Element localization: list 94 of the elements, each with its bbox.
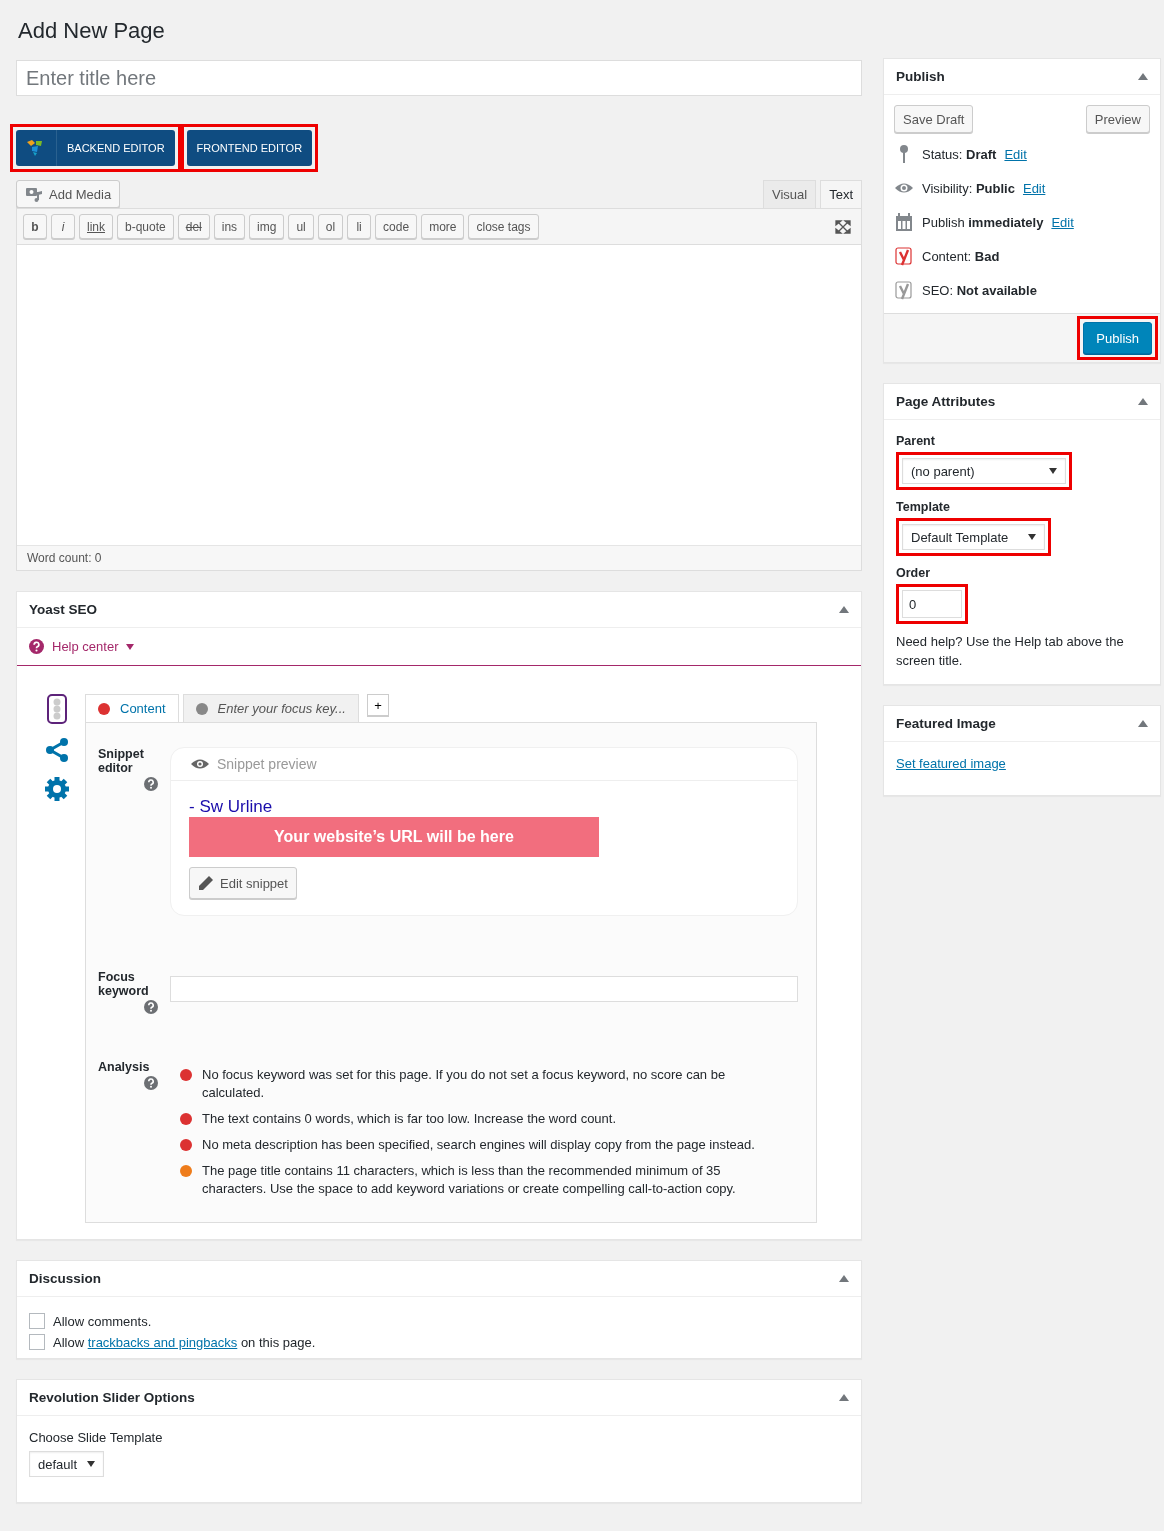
snippet-preview-title: Snippet preview bbox=[217, 756, 317, 772]
quicktag-button[interactable]: img bbox=[249, 214, 285, 239]
page-title: Add New Page bbox=[18, 18, 166, 44]
add-media-button[interactable]: Add Media bbox=[16, 180, 121, 208]
field-label: Order bbox=[896, 566, 931, 580]
publish-info: SEO: Not available bbox=[922, 282, 1037, 298]
order-field[interactable]: 0 bbox=[902, 590, 962, 618]
analysis-text: No focus keyword was set for this page. If you do not set a focus keyword, no score can be calculated. bbox=[202, 1066, 727, 1102]
set-featured-image-link[interactable]: Set featured image bbox=[896, 756, 1006, 771]
quicktag-button[interactable]: code bbox=[375, 214, 418, 239]
snippet-title: - Sw Urline bbox=[189, 797, 274, 817]
snippet-url: Your website’s URL will be here bbox=[189, 817, 599, 857]
editor-tab[interactable]: Text bbox=[820, 180, 862, 208]
collapse-icon[interactable] bbox=[1138, 720, 1148, 727]
caret-icon bbox=[1049, 468, 1057, 474]
edit-snippet-button[interactable]: Edit snippet bbox=[189, 867, 297, 899]
trackbacks-link[interactable]: trackbacks and pingbacks bbox=[87, 1334, 238, 1350]
field-label: Analysis bbox=[98, 1060, 150, 1074]
publish-button[interactable]: Publish bbox=[1083, 322, 1152, 354]
builder-logo-icon bbox=[26, 139, 44, 157]
fullscreen-icon[interactable] bbox=[835, 219, 851, 234]
analysis-tab[interactable]: Enter your focus key... bbox=[182, 694, 359, 722]
title-field[interactable]: Enter title here bbox=[16, 60, 862, 96]
publish-info: Publish immediately bbox=[922, 214, 1044, 230]
publish-info: Content: Bad bbox=[922, 248, 1000, 264]
edit-link[interactable]: Edit bbox=[1004, 146, 1027, 162]
quicktag-button[interactable]: link bbox=[79, 214, 113, 239]
collapse-icon[interactable] bbox=[839, 606, 849, 613]
box-title: Page Attributes bbox=[896, 394, 996, 409]
field-label: Snippet editor bbox=[98, 747, 145, 775]
pencil-icon bbox=[198, 875, 214, 891]
yoast-y-icon bbox=[894, 280, 914, 300]
quicktag-button[interactable]: more bbox=[421, 214, 465, 239]
checkbox-label: Allow trackbacks and pingbacks on this page. bbox=[53, 1334, 316, 1350]
analysis-text: No meta description has been specified, search engines will display copy from the page instead. bbox=[202, 1136, 755, 1154]
parent-select[interactable]: (no parent) bbox=[902, 458, 1066, 484]
quicktag-button[interactable]: ins bbox=[213, 214, 246, 239]
box-title: Publish bbox=[896, 69, 945, 84]
media-icon bbox=[25, 186, 43, 202]
box-title: Revolution Slider Options bbox=[29, 1390, 195, 1405]
caret-icon bbox=[1028, 534, 1037, 540]
quicktag-button[interactable]: ol bbox=[317, 214, 344, 239]
collapse-icon[interactable] bbox=[1138, 73, 1148, 80]
collapse-icon[interactable] bbox=[839, 1394, 849, 1401]
collapse-icon[interactable] bbox=[839, 1275, 849, 1282]
quicktag-button[interactable]: b bbox=[23, 214, 47, 239]
share-icon[interactable] bbox=[45, 738, 69, 762]
field-label: Parent bbox=[896, 434, 935, 448]
analysis-tab[interactable]: Content bbox=[85, 694, 179, 722]
help-icon[interactable] bbox=[144, 1000, 158, 1014]
help-center-link[interactable]: Help center bbox=[52, 639, 119, 654]
quicktag-button[interactable]: li bbox=[347, 214, 372, 239]
publish-info: Visibility: Public bbox=[922, 180, 1015, 196]
editor-mode-button[interactable]: BACKEND EDITOR bbox=[16, 130, 175, 166]
settings-icon[interactable] bbox=[44, 776, 70, 802]
calendar-icon bbox=[894, 212, 914, 232]
edit-link[interactable]: Edit bbox=[1022, 180, 1046, 196]
editor-mode-button[interactable]: FRONTEND EDITOR bbox=[186, 130, 313, 166]
quicktag-button[interactable]: close tags bbox=[468, 214, 539, 239]
focus-keyword-field[interactable] bbox=[170, 976, 798, 1002]
save-draft-button[interactable]: Save Draft bbox=[894, 105, 974, 133]
yoast-y-icon bbox=[894, 246, 914, 266]
field-label: Template bbox=[896, 500, 950, 514]
traffic-light-icon[interactable] bbox=[47, 694, 67, 724]
collapse-icon[interactable] bbox=[1138, 398, 1148, 405]
template-select[interactable]: Default Template bbox=[902, 524, 1046, 550]
caret-icon bbox=[87, 1461, 96, 1467]
analysis-text: The page title contains 11 characters, which is less than the recommended minimum of 35 characters. Use the space to add keyword variations or create compelling call-to-action copy. bbox=[202, 1162, 737, 1198]
template-select[interactable]: default bbox=[29, 1451, 105, 1477]
help-icon[interactable] bbox=[144, 777, 158, 791]
checkbox-label: Allow comments. bbox=[53, 1313, 152, 1329]
box-title: Featured Image bbox=[896, 716, 996, 731]
help-text: Need help? Use the Help tab above the screen title. bbox=[896, 633, 1125, 670]
quicktag-button[interactable]: b-quote bbox=[117, 214, 174, 239]
editor-tab[interactable]: Visual bbox=[762, 180, 817, 208]
edit-link[interactable]: Edit bbox=[1051, 214, 1074, 230]
preview-button[interactable]: Preview bbox=[1085, 105, 1150, 133]
checkbox[interactable] bbox=[29, 1313, 45, 1329]
word-count: Word count: 0 bbox=[17, 545, 861, 570]
box-title: Yoast SEO bbox=[29, 602, 98, 617]
help-icon bbox=[29, 639, 44, 654]
analysis-text: The text contains 0 words, which is far too low. Increase the word count. bbox=[202, 1110, 617, 1128]
field-label: Choose Slide Template bbox=[29, 1430, 164, 1445]
add-keyword-button[interactable]: + bbox=[366, 694, 389, 716]
box-title: Discussion bbox=[29, 1271, 102, 1286]
quicktag-button[interactable]: ul bbox=[288, 214, 314, 239]
quicktag-button[interactable]: del bbox=[177, 214, 210, 239]
quicktag-button[interactable]: i bbox=[51, 214, 75, 239]
publish-info: Status: Draft bbox=[922, 146, 997, 162]
checkbox[interactable] bbox=[29, 1334, 45, 1350]
help-icon[interactable] bbox=[144, 1076, 158, 1090]
field-label: Focus keyword bbox=[98, 970, 150, 998]
eye-icon bbox=[191, 758, 209, 770]
caret-icon bbox=[126, 643, 135, 650]
